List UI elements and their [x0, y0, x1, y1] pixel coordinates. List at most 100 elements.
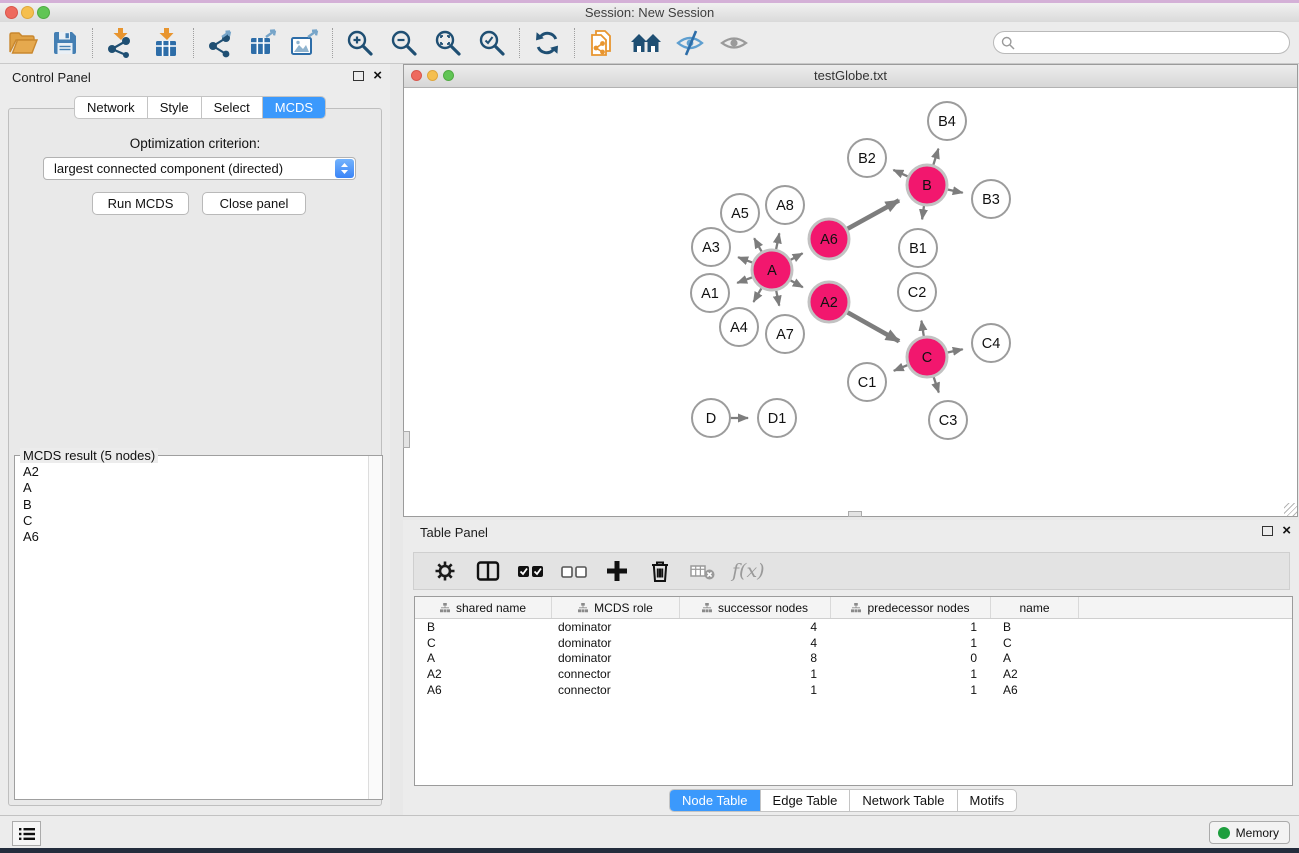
- import-network-button[interactable]: [103, 26, 137, 60]
- graph-edge-C-C2[interactable]: [921, 321, 923, 337]
- search-box[interactable]: [993, 31, 1290, 54]
- new-network-from-selection-button[interactable]: [585, 26, 619, 60]
- first-neighbors-button[interactable]: [629, 26, 663, 60]
- table-cell[interactable]: 1: [831, 636, 991, 650]
- column-header-name[interactable]: name: [991, 597, 1079, 618]
- graph-edge-C-C4[interactable]: [948, 349, 963, 352]
- graph-edge-A-A5[interactable]: [754, 238, 762, 251]
- splitter-grip[interactable]: [848, 511, 862, 517]
- save-session-button[interactable]: [48, 26, 82, 60]
- column-header-predecessor-nodes[interactable]: predecessor nodes: [831, 597, 991, 618]
- zoom-fit-button[interactable]: [431, 26, 465, 60]
- task-history-button[interactable]: [12, 821, 41, 846]
- close-table-panel-icon[interactable]: ×: [1282, 525, 1291, 537]
- graph-edge-A2-C[interactable]: [847, 312, 899, 341]
- close-panel-button[interactable]: Close panel: [202, 192, 306, 215]
- minimize-window-button[interactable]: [21, 6, 34, 19]
- mcds-result-item[interactable]: B: [23, 497, 368, 513]
- graph-edge-C-C1[interactable]: [894, 365, 908, 371]
- delete-column-button[interactable]: [646, 557, 674, 585]
- table-cell[interactable]: 4: [680, 636, 831, 650]
- network-window-titlebar[interactable]: testGlobe.txt: [404, 65, 1297, 88]
- export-network-button[interactable]: [204, 26, 238, 60]
- mcds-result-item[interactable]: A: [23, 480, 368, 496]
- graph-edge-A-A2[interactable]: [790, 280, 803, 287]
- tab-mcds[interactable]: MCDS: [263, 97, 325, 118]
- function-builder-button[interactable]: f(x): [732, 557, 765, 585]
- table-cell[interactable]: B: [415, 620, 552, 634]
- float-table-panel-icon[interactable]: [1262, 526, 1273, 536]
- window-resize-grip[interactable]: [1284, 503, 1297, 516]
- table-cell[interactable]: 8: [680, 651, 831, 665]
- select-all-rows-button[interactable]: [517, 557, 545, 585]
- table-cell[interactable]: A6: [991, 683, 1079, 697]
- graph-edge-B-B3[interactable]: [948, 190, 963, 193]
- hide-selected-button[interactable]: [673, 26, 707, 60]
- table-cell[interactable]: 1: [680, 667, 831, 681]
- table-cell[interactable]: A: [991, 651, 1079, 665]
- import-table-button[interactable]: [149, 26, 183, 60]
- graph-edge-B-B1[interactable]: [922, 206, 924, 220]
- run-mcds-button[interactable]: Run MCDS: [92, 192, 189, 215]
- table-cell[interactable]: 1: [680, 683, 831, 697]
- table-cell[interactable]: C: [415, 636, 552, 650]
- graph-edge-A-A3[interactable]: [738, 257, 752, 262]
- network-zoom-button[interactable]: [443, 70, 454, 81]
- table-cell[interactable]: connector: [552, 667, 680, 681]
- table-cell[interactable]: 1: [831, 683, 991, 697]
- table-cell[interactable]: B: [991, 620, 1079, 634]
- delete-table-button[interactable]: [689, 557, 717, 585]
- close-window-button[interactable]: [5, 6, 18, 19]
- mcds-result-item[interactable]: C: [23, 513, 368, 529]
- table-cell[interactable]: connector: [552, 683, 680, 697]
- float-panel-icon[interactable]: [353, 71, 364, 81]
- table-cell[interactable]: 0: [831, 651, 991, 665]
- table-cell[interactable]: dominator: [552, 651, 680, 665]
- graph-edge-B-B2[interactable]: [893, 170, 907, 177]
- mcds-result-item[interactable]: A2: [23, 464, 368, 480]
- search-input[interactable]: [1015, 35, 1289, 51]
- apply-layout-button[interactable]: [530, 26, 564, 60]
- mcds-result-item[interactable]: A6: [23, 529, 368, 545]
- show-columns-button[interactable]: [474, 557, 502, 585]
- table-row[interactable]: A6connector11A6: [415, 682, 1292, 698]
- zoom-window-button[interactable]: [37, 6, 50, 19]
- memory-button[interactable]: Memory: [1209, 821, 1290, 844]
- table-cell[interactable]: dominator: [552, 620, 680, 634]
- table-row[interactable]: Cdominator41C: [415, 635, 1292, 651]
- graph-edge-A-A7[interactable]: [776, 291, 779, 306]
- tab-network[interactable]: Network: [75, 97, 148, 118]
- graph-edge-A-A6[interactable]: [790, 253, 802, 260]
- tab-select[interactable]: Select: [202, 97, 263, 118]
- table-cell[interactable]: dominator: [552, 636, 680, 650]
- close-panel-icon[interactable]: ×: [373, 70, 382, 82]
- deselect-all-rows-button[interactable]: [560, 557, 588, 585]
- zoom-in-button[interactable]: [343, 26, 377, 60]
- graph-edge-C-C3[interactable]: [934, 377, 939, 393]
- tab-edge-table[interactable]: Edge Table: [761, 790, 851, 811]
- table-row[interactable]: Adominator80A: [415, 651, 1292, 667]
- table-cell[interactable]: 1: [831, 620, 991, 634]
- table-row[interactable]: A2connector11A2: [415, 666, 1292, 682]
- graph-edge-A-A8[interactable]: [776, 233, 779, 249]
- table-settings-button[interactable]: [431, 557, 459, 585]
- graph-edge-A6-B[interactable]: [847, 200, 899, 229]
- table-row[interactable]: Bdominator41B: [415, 619, 1292, 635]
- graph-edge-A-A1[interactable]: [737, 277, 752, 283]
- tab-motifs[interactable]: Motifs: [958, 790, 1017, 811]
- tab-node-table[interactable]: Node Table: [670, 790, 761, 811]
- graph-edge-B-B4[interactable]: [933, 149, 938, 165]
- result-list-scrollbar[interactable]: [368, 456, 382, 799]
- table-cell[interactable]: A: [415, 651, 552, 665]
- show-all-button[interactable]: [717, 26, 751, 60]
- column-header-mcds-role[interactable]: MCDS role: [552, 597, 680, 618]
- network-close-button[interactable]: [411, 70, 422, 81]
- table-cell[interactable]: C: [991, 636, 1079, 650]
- zoom-selected-button[interactable]: [475, 26, 509, 60]
- criterion-dropdown[interactable]: largest connected component (directed): [43, 157, 356, 180]
- network-canvas[interactable]: B4B2BB3A5A8A6A3B1AA1C2A2A4A7C4CC1C3DD1: [404, 88, 1297, 516]
- table-cell[interactable]: 1: [831, 667, 991, 681]
- table-cell[interactable]: A2: [415, 667, 552, 681]
- open-session-button[interactable]: [6, 26, 40, 60]
- zoom-out-button[interactable]: [387, 26, 421, 60]
